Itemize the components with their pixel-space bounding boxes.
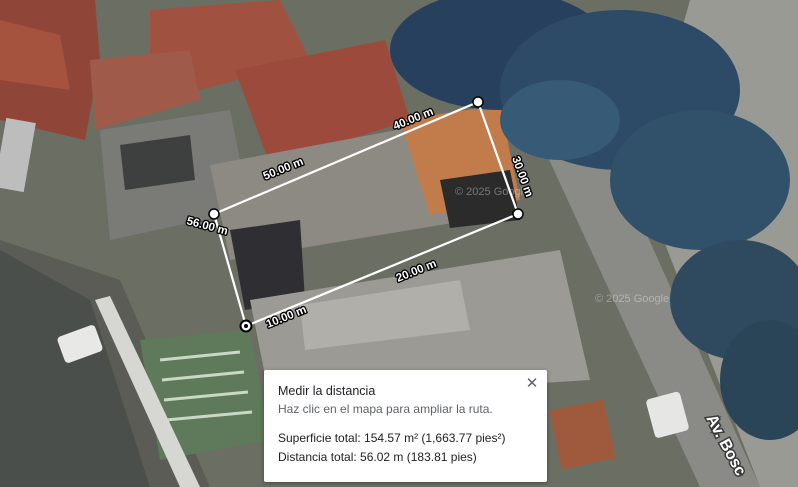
panel-title: Medir la distancia bbox=[278, 384, 376, 398]
vertex-handle[interactable] bbox=[512, 208, 524, 220]
watermark: © 2025 Google bbox=[595, 293, 669, 305]
total-distance: Distancia total: 56.02 m (183.81 pies) bbox=[278, 450, 477, 464]
watermark: © 2025 Google bbox=[455, 186, 529, 198]
measure-distance-panel: ✕ Medir la distancia Haz clic en el mapa… bbox=[264, 370, 547, 482]
vertex-handle[interactable] bbox=[472, 96, 484, 108]
vertex-handle[interactable] bbox=[208, 208, 220, 220]
panel-hint: Haz clic en el mapa para ampliar la ruta… bbox=[278, 402, 493, 416]
total-area: Superficie total: 154.57 m² (1,663.77 pi… bbox=[278, 431, 506, 445]
close-icon[interactable]: ✕ bbox=[523, 374, 541, 392]
